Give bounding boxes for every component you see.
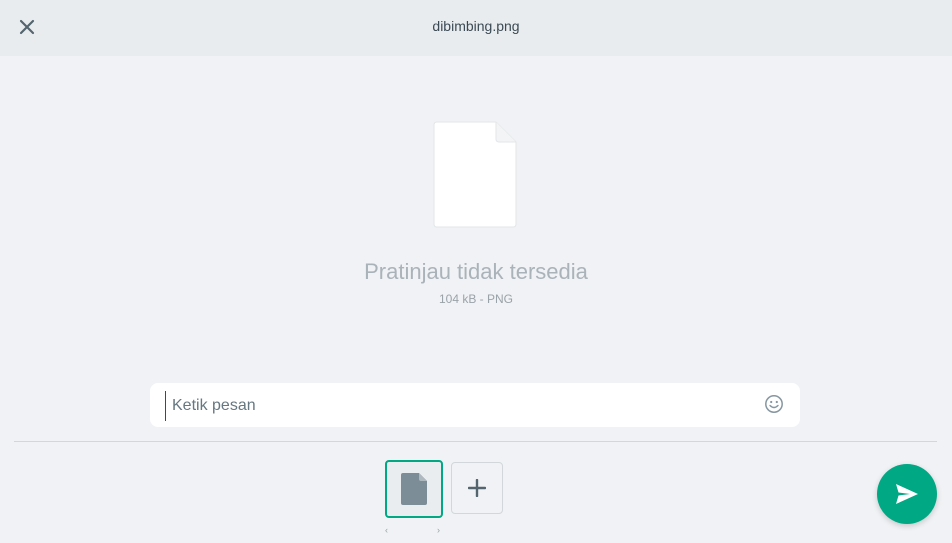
send-icon <box>896 484 918 504</box>
document-icon <box>433 121 517 228</box>
emoji-button[interactable] <box>764 394 786 416</box>
thumbnail-next-arrow[interactable]: › <box>437 525 440 535</box>
caption-box <box>150 383 800 427</box>
preview-area: Pratinjau tidak tersedia 104 kB - PNG <box>0 56 952 376</box>
media-preview-header: dibimbing.png <box>0 0 952 56</box>
plus-icon <box>468 479 486 497</box>
no-preview-message: Pratinjau tidak tersedia <box>364 259 588 284</box>
thumbnail-prev-arrow[interactable]: ‹ <box>385 525 388 535</box>
emoji-icon <box>765 395 783 413</box>
file-name-title: dibimbing.png <box>432 18 520 34</box>
caption-input[interactable] <box>165 391 764 421</box>
add-attachment-button[interactable] <box>451 462 503 514</box>
send-button[interactable] <box>877 464 937 524</box>
file-meta: 104 kB - PNG <box>438 292 514 306</box>
document-icon <box>401 473 427 505</box>
attachment-thumbnail[interactable] <box>385 460 443 518</box>
divider <box>14 441 937 442</box>
